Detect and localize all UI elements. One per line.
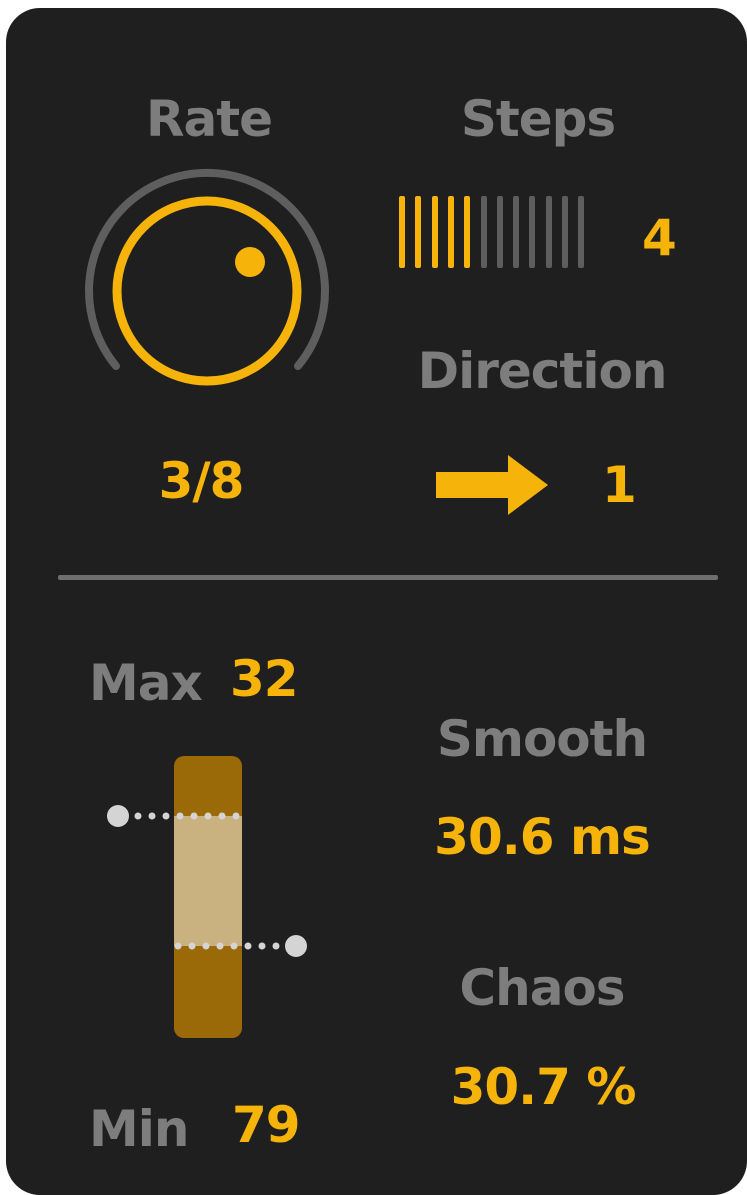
step-bar[interactable] <box>562 196 568 268</box>
steps-label: Steps <box>460 90 616 148</box>
min-label: Min <box>89 1100 189 1158</box>
smooth-value[interactable]: 30.6 ms <box>434 812 651 862</box>
step-bar[interactable] <box>578 196 585 268</box>
rate-knob-ring <box>112 196 302 386</box>
step-bar[interactable] <box>415 196 422 268</box>
step-bar[interactable] <box>464 196 471 268</box>
step-bar[interactable] <box>447 196 454 268</box>
rate-value: 3/8 <box>158 452 245 510</box>
steps-value: 4 <box>642 209 677 267</box>
max-label: Max <box>89 654 203 712</box>
section-divider <box>58 575 718 580</box>
step-bar[interactable] <box>399 196 405 268</box>
step-bar[interactable] <box>431 196 438 268</box>
step-bar[interactable] <box>545 196 552 268</box>
range-slider-selection <box>174 816 242 946</box>
step-bar[interactable] <box>496 196 503 268</box>
steps-selector[interactable] <box>399 196 589 268</box>
step-bar[interactable] <box>513 196 520 268</box>
step-bar[interactable] <box>480 196 487 268</box>
device-panel: Rate 3/8 Steps 4 Direction 1 Max 32 Min … <box>6 8 747 1195</box>
rate-label: Rate <box>145 90 273 148</box>
direction-label: Direction <box>417 342 668 400</box>
direction-value: 1 <box>602 456 637 514</box>
chaos-value[interactable]: 30.7 % <box>451 1062 637 1112</box>
step-bar[interactable] <box>529 196 536 268</box>
rate-knob-indicator <box>235 247 265 277</box>
max-value[interactable]: 32 <box>230 654 299 704</box>
rate-knob[interactable] <box>72 166 342 406</box>
range-slider[interactable] <box>98 748 328 1058</box>
min-value[interactable]: 79 <box>232 1100 301 1150</box>
arrow-right-icon[interactable] <box>436 455 548 515</box>
smooth-label: Smooth <box>436 710 648 768</box>
chaos-label: Chaos <box>459 959 625 1017</box>
